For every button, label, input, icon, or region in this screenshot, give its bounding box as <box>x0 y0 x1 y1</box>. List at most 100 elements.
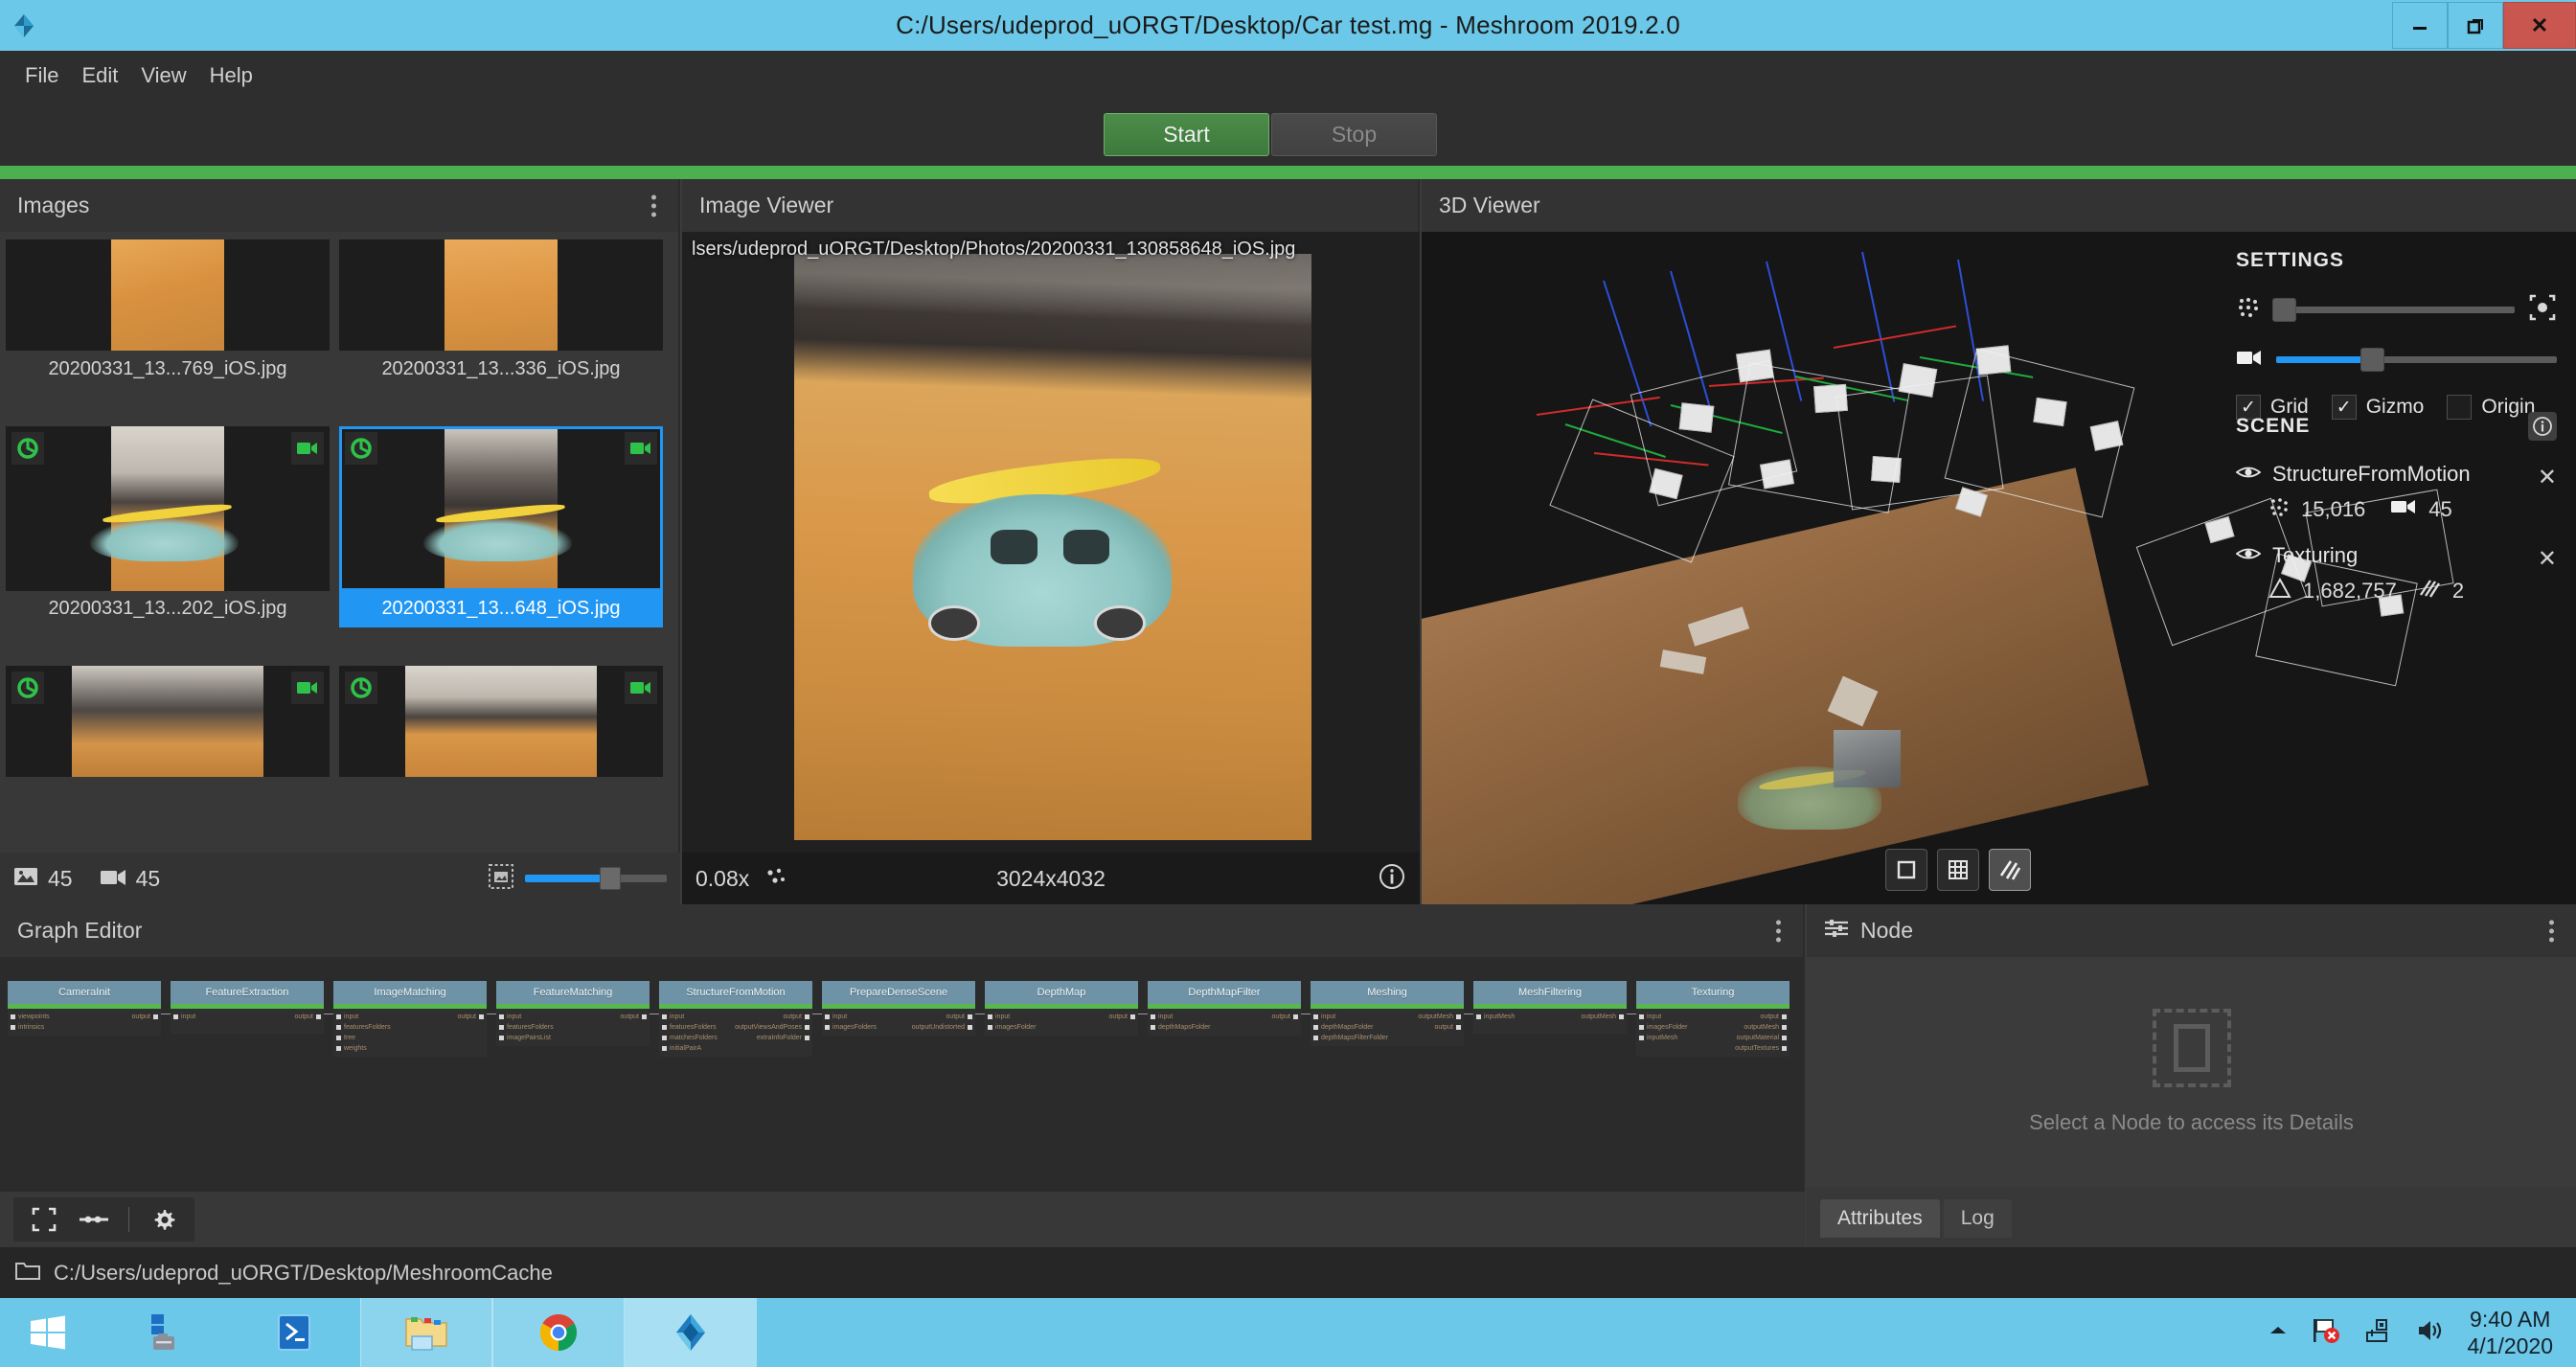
graph-node-output-port[interactable]: outputUndistorted <box>912 1022 975 1033</box>
menu-edit[interactable]: Edit <box>70 57 129 94</box>
graph-node-input-port[interactable]: input <box>171 1012 195 1022</box>
graph-node-input-port[interactable]: imagesFolder <box>985 1022 1036 1033</box>
taskbar-item-meshroom[interactable] <box>625 1298 757 1367</box>
close-icon[interactable]: ✕ <box>2538 464 2557 491</box>
graph-node[interactable]: TexturinginputoutputimagesFolderoutputMe… <box>1636 981 1790 1057</box>
flag-alert-icon[interactable] <box>2310 1316 2342 1350</box>
graph-node[interactable]: FeatureExtractioninputoutput <box>171 981 324 1034</box>
fit-view-icon[interactable] <box>23 1200 65 1239</box>
list-item[interactable] <box>339 666 663 845</box>
graph-node-input-port[interactable]: viewpoints <box>8 1012 50 1022</box>
viewer3d-body[interactable]: SETTINGS <box>1422 232 2576 904</box>
thumbnail-image[interactable] <box>6 666 330 777</box>
node-panel-menu-icon[interactable] <box>2544 915 2559 946</box>
taskbar-item-server-manager[interactable] <box>96 1298 228 1367</box>
minimize-button[interactable] <box>2392 2 2448 49</box>
info-icon[interactable] <box>1378 862 1406 896</box>
graph-node-output-port[interactable] <box>1298 1022 1301 1033</box>
graph-node-output-port[interactable] <box>1135 1022 1138 1033</box>
graph-node[interactable]: DepthMapFilterinputoutputdepthMapsFolder <box>1148 981 1301 1036</box>
menu-view[interactable]: View <box>129 57 197 94</box>
info-icon[interactable] <box>2528 412 2557 441</box>
thumbnail-image[interactable] <box>339 666 663 777</box>
taskbar-clock[interactable]: 9:40 AM 4/1/2020 <box>2467 1306 2553 1359</box>
solid-shading-icon[interactable] <box>1885 849 1927 891</box>
thumbnail-size-control[interactable] <box>489 864 667 894</box>
stop-button[interactable]: Stop <box>1271 113 1437 156</box>
textured-shading-icon[interactable] <box>1989 849 2031 891</box>
menu-help[interactable]: Help <box>198 57 264 94</box>
graph-node-input-port[interactable]: imagesFolders <box>822 1022 877 1033</box>
graph-node-output-port[interactable]: output <box>295 1012 324 1022</box>
graph-node-input-port[interactable]: input <box>1636 1012 1661 1022</box>
graph-node-output-port[interactable]: output <box>1761 1012 1790 1022</box>
list-item[interactable]: 20200331_13...336_iOS.jpg <box>339 239 663 419</box>
list-item[interactable] <box>6 666 330 845</box>
graph-node-input-port[interactable]: inputMesh <box>1636 1033 1677 1043</box>
wireframe-icon[interactable] <box>1937 849 1979 891</box>
chevron-up-icon[interactable] <box>2268 1324 2289 1342</box>
graph-node-output-port[interactable]: outputMaterial <box>1737 1033 1790 1043</box>
feature-points-icon[interactable] <box>764 865 787 893</box>
taskbar-item-file-explorer[interactable] <box>360 1298 492 1367</box>
graph-node-input-port[interactable]: imagePairsList <box>496 1033 551 1043</box>
taskbar-item-powershell[interactable] <box>228 1298 360 1367</box>
graph-node-input-port[interactable]: weights <box>333 1043 367 1054</box>
graph-node-output-port[interactable]: output <box>458 1012 487 1022</box>
close-icon[interactable]: ✕ <box>2538 545 2557 573</box>
graph-node[interactable]: FeatureMatchinginputoutputfeaturesFolder… <box>496 981 650 1046</box>
graph-node[interactable]: DepthMapinputoutputimagesFolder <box>985 981 1138 1036</box>
eye-icon[interactable] <box>2236 464 2261 486</box>
graph-node-output-port[interactable]: output <box>621 1012 650 1022</box>
graph-node-output-port[interactable]: output <box>1272 1012 1301 1022</box>
menu-file[interactable]: File <box>13 57 70 94</box>
thumbnail-size-slider[interactable] <box>525 875 667 882</box>
image-viewer-body[interactable]: lsers/udeprod_uORGT/Desktop/Photos/20200… <box>682 232 1420 904</box>
fit-all-icon[interactable] <box>2528 293 2557 327</box>
list-item[interactable]: 20200331_13...202_iOS.jpg <box>6 426 330 659</box>
graph-node-output-port[interactable] <box>484 1033 487 1043</box>
graph-node[interactable]: PrepareDenseSceneinputoutputimagesFolder… <box>822 981 975 1036</box>
graph-node-output-port[interactable] <box>484 1022 487 1033</box>
graph-node-input-port[interactable]: featuresFolders <box>496 1022 554 1033</box>
graph-node-input-port[interactable]: input <box>985 1012 1010 1022</box>
graph-node-output-port[interactable]: output <box>784 1012 812 1022</box>
graph-node-input-port[interactable]: input <box>1148 1012 1173 1022</box>
graph-node-input-port[interactable]: depthMapsFolder <box>1148 1022 1210 1033</box>
graph-node[interactable]: ImageMatchinginputoutputfeaturesFolderst… <box>333 981 487 1057</box>
gear-icon[interactable] <box>143 1200 185 1239</box>
start-button[interactable]: Start <box>1104 113 1269 156</box>
tab-attributes[interactable]: Attributes <box>1820 1199 1940 1238</box>
graph-node-output-port[interactable]: output <box>1109 1012 1138 1022</box>
close-button[interactable]: ✕ <box>2503 2 2576 49</box>
camera-size-slider[interactable] <box>2276 356 2557 363</box>
graph-node-output-port[interactable] <box>809 1043 812 1054</box>
graph-node-output-port[interactable]: outputMesh <box>1418 1012 1464 1022</box>
thumbnail-image[interactable] <box>6 239 330 351</box>
graph-node-input-port[interactable]: featuresFolders <box>333 1022 391 1033</box>
graph-node-output-port[interactable] <box>647 1022 650 1033</box>
eye-icon[interactable] <box>2236 545 2261 567</box>
thumbnail-image[interactable] <box>6 426 330 591</box>
graph-node-output-port[interactable] <box>158 1022 161 1033</box>
graph-node-input-port[interactable]: input <box>496 1012 521 1022</box>
network-icon[interactable] <box>2363 1316 2394 1350</box>
graph-node-output-port[interactable]: outputMesh <box>1744 1022 1790 1033</box>
graph-canvas[interactable]: CameraInitviewpointsoutputintrinsicsFeat… <box>0 957 1805 1192</box>
graph-node-output-port[interactable]: outputMesh <box>1581 1012 1627 1022</box>
graph-node-output-port[interactable] <box>484 1043 487 1054</box>
windows-logo-icon[interactable] <box>0 1298 96 1367</box>
graph-node-input-port[interactable]: intrinsics <box>8 1022 44 1033</box>
graph-node-input-port[interactable]: input <box>822 1012 847 1022</box>
graph-node-input-port[interactable] <box>1636 1043 1639 1054</box>
thumbnail-image[interactable] <box>339 239 663 351</box>
graph-node-input-port[interactable]: matchesFolders <box>659 1033 718 1043</box>
list-item[interactable]: 20200331_13...769_iOS.jpg <box>6 239 330 419</box>
graph-node-output-port[interactable]: output <box>1435 1022 1464 1033</box>
graph-node[interactable]: MeshFilteringinputMeshoutputMesh <box>1473 981 1627 1034</box>
graph-node-input-port[interactable]: featuresFolders <box>659 1022 717 1033</box>
tab-log[interactable]: Log <box>1944 1199 2012 1238</box>
maximize-button[interactable] <box>2448 2 2503 49</box>
graph-node-input-port[interactable]: input <box>1311 1012 1335 1022</box>
images-panel-menu-icon[interactable] <box>647 190 661 221</box>
